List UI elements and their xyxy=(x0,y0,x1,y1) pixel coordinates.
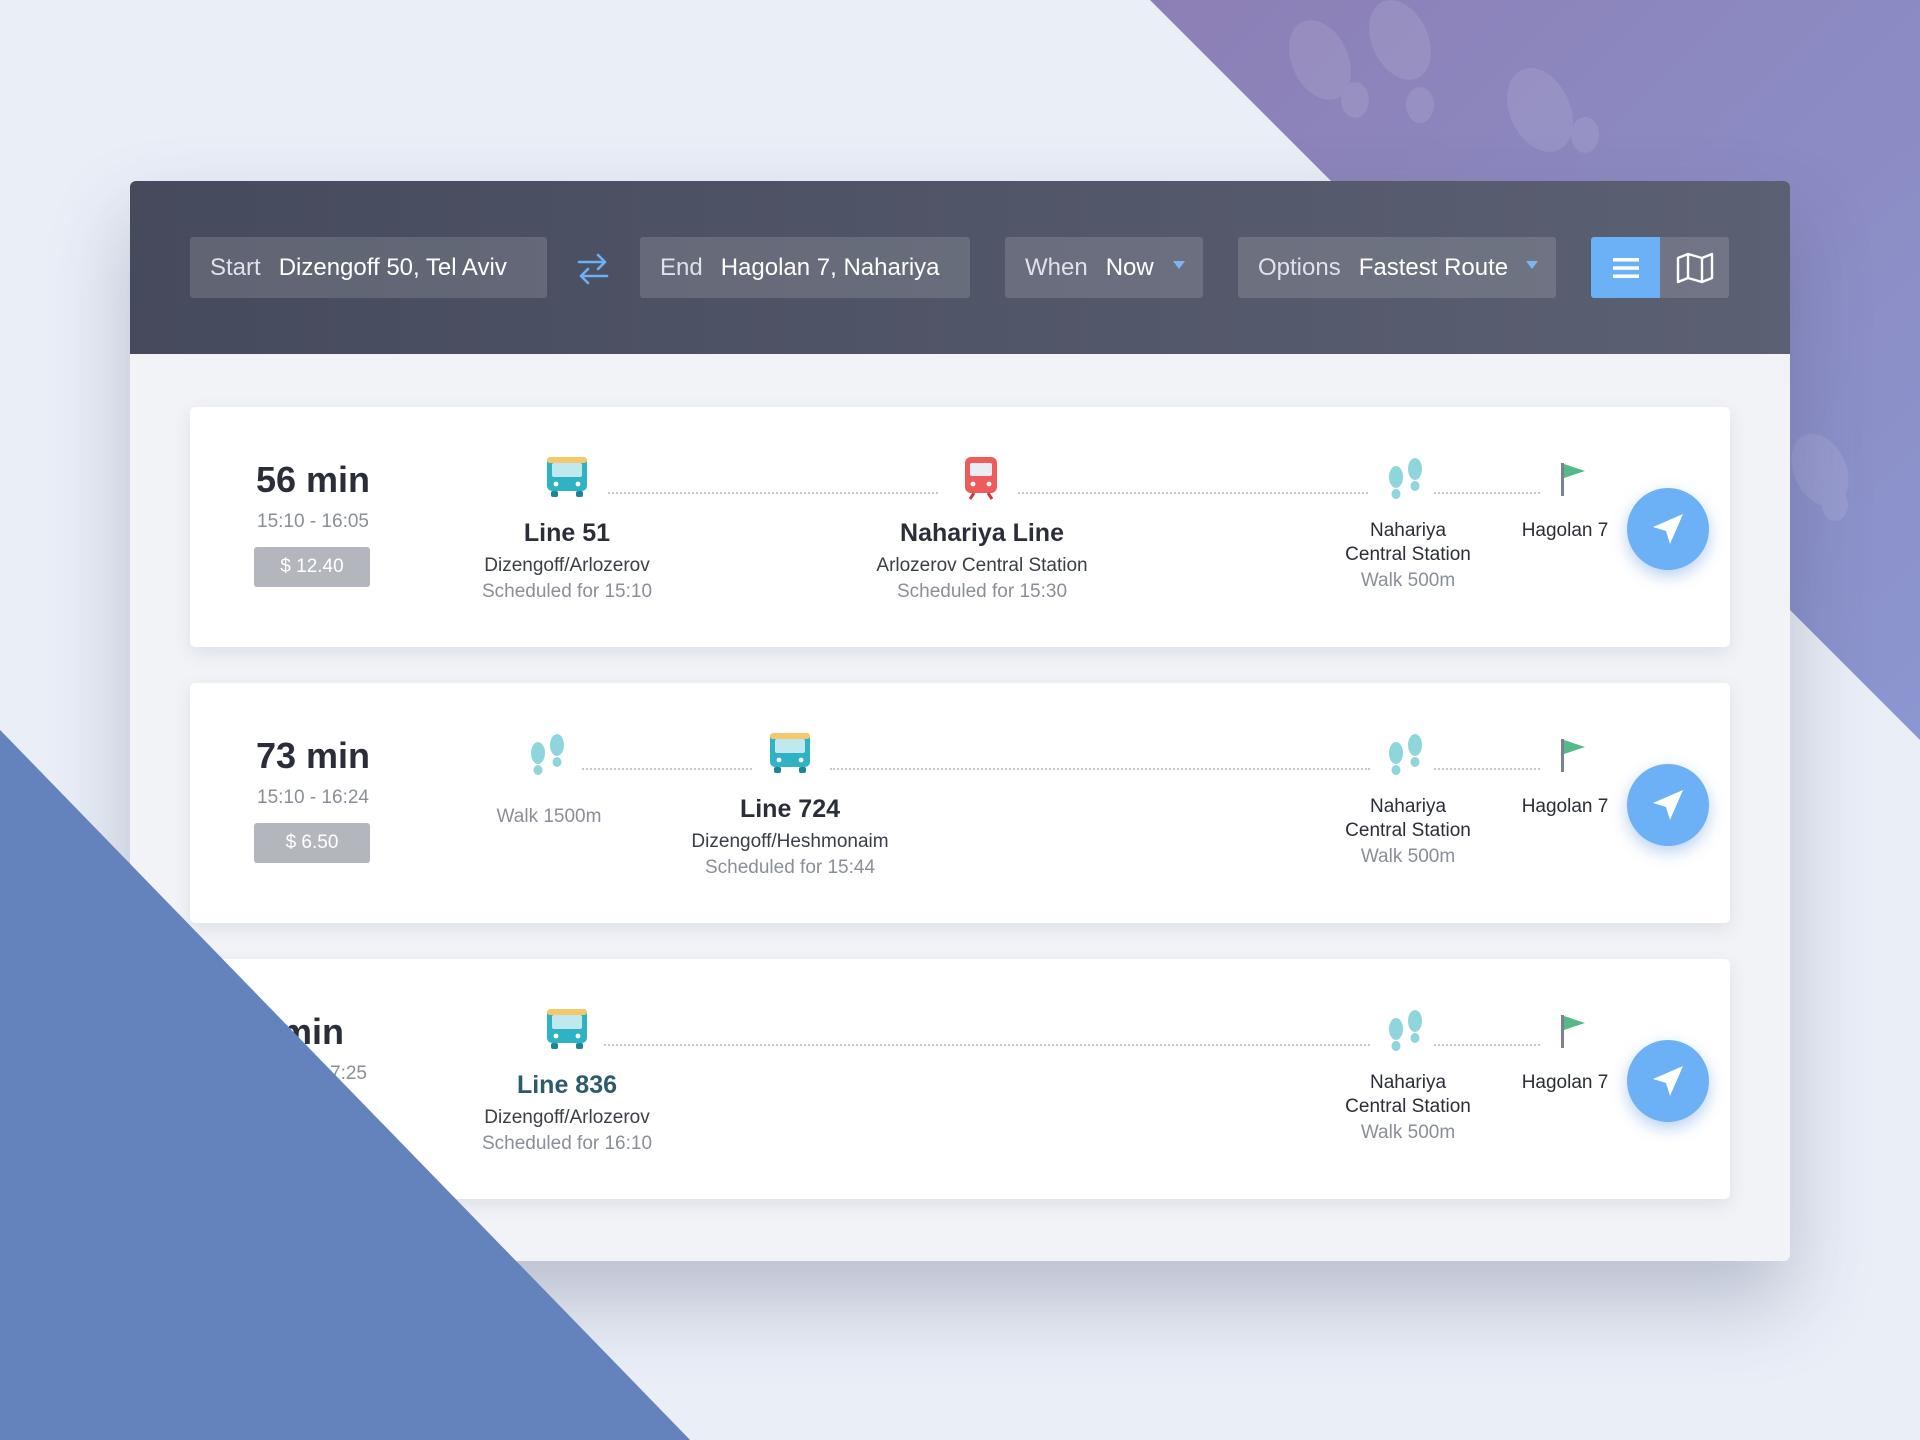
start-value: Dizengoff 50, Tel Aviv xyxy=(278,253,507,281)
route-leg: Nahariya Central Station Walk 500m xyxy=(1345,519,1471,592)
when-value: Now xyxy=(1105,253,1154,281)
route-duration: 73 min xyxy=(255,735,371,776)
route-timespan: 15:10 - 16:05 xyxy=(257,511,369,532)
bus-icon xyxy=(544,1007,590,1056)
bus-icon xyxy=(544,455,590,504)
options-label: Options xyxy=(1258,253,1341,281)
navigate-button[interactable] xyxy=(1627,1040,1709,1122)
when-select[interactable]: When Now xyxy=(1005,237,1203,298)
leg-title: Line 51 xyxy=(523,519,611,547)
leg-schedule: Scheduled for 15:30 xyxy=(896,581,1068,602)
leg-title: Line 724 xyxy=(739,795,841,823)
leg-stop: Dizengoff/Arlozerov xyxy=(484,1107,650,1128)
route-leg: Hagolan 7 xyxy=(1522,519,1609,543)
leg-walk: Walk 500m xyxy=(1360,570,1456,591)
leg-walk: Walk 500m xyxy=(1360,846,1456,867)
leg-stop-name: Nahariya xyxy=(1369,520,1447,541)
leg-title: Line 836 xyxy=(516,1071,618,1099)
leg-title: Nahariya Line xyxy=(900,519,1064,547)
start-label: Start xyxy=(210,253,261,281)
route-leg: Line 724 Dizengoff/Heshmonaim Scheduled … xyxy=(691,795,888,879)
route-dotted-line xyxy=(604,1044,1370,1046)
route-card[interactable]: 5 min 7:25 Line 836 Dizengoff/Arlozerov … xyxy=(190,959,1730,1199)
route-price: $ 12.40 xyxy=(254,547,370,587)
leg-schedule: Scheduled for 15:10 xyxy=(481,581,653,602)
destination-name: Hagolan 7 xyxy=(1521,520,1609,541)
destination-name: Hagolan 7 xyxy=(1521,1072,1609,1093)
footsteps-icon xyxy=(1386,733,1426,782)
route-leg: Line 836 Dizengoff/Arlozerov Scheduled f… xyxy=(482,1071,652,1155)
route-card[interactable]: 56 min 15:10 - 16:05 $ 12.40 Line 51 Diz… xyxy=(190,407,1730,647)
leg-walk: Walk 1500m xyxy=(496,806,602,827)
route-planner-panel: Start Dizengoff 50, Tel Aviv End Hagolan… xyxy=(130,181,1790,1261)
view-toggle xyxy=(1591,237,1729,298)
route-dotted-line xyxy=(830,768,1370,770)
footsteps-icon xyxy=(1386,1009,1426,1058)
route-dotted-line xyxy=(608,492,938,494)
route-leg: Nahariya Central Station Walk 500m xyxy=(1345,795,1471,868)
route-dotted-line xyxy=(1018,492,1368,494)
navigation-arrow-icon xyxy=(1653,1066,1683,1096)
options-select[interactable]: Options Fastest Route xyxy=(1238,237,1556,298)
route-dotted-line xyxy=(1434,768,1540,770)
flag-icon xyxy=(1558,461,1588,502)
leg-stop: Dizengoff/Arlozerov xyxy=(484,555,650,576)
when-label: When xyxy=(1025,253,1088,281)
bus-icon xyxy=(767,731,813,780)
chevron-down-icon xyxy=(1173,261,1185,269)
swap-arrows-icon[interactable] xyxy=(573,251,613,287)
leg-stop: Arlozerov Central Station xyxy=(876,555,1088,576)
leg-stop-name: Central Station xyxy=(1345,544,1471,565)
route-price: $ 6.50 xyxy=(254,823,370,863)
leg-stop-name: Central Station xyxy=(1345,1096,1471,1117)
navigation-arrow-icon xyxy=(1653,790,1683,820)
list-icon xyxy=(1612,257,1639,278)
footsteps-icon xyxy=(1386,457,1426,506)
leg-schedule: Scheduled for 16:10 xyxy=(481,1133,653,1154)
route-duration: 56 min xyxy=(255,459,371,500)
navigate-button[interactable] xyxy=(1627,764,1709,846)
route-dotted-line xyxy=(1434,492,1540,494)
route-timespan: 15:10 - 16:24 xyxy=(257,787,369,808)
route-leg: Line 51 Dizengoff/Arlozerov Scheduled fo… xyxy=(482,519,652,603)
end-value: Hagolan 7, Nahariya xyxy=(720,253,940,281)
route-dotted-line xyxy=(1434,1044,1540,1046)
leg-schedule: Scheduled for 15:44 xyxy=(704,857,876,878)
route-leg: Hagolan 7 xyxy=(1522,795,1609,819)
search-toolbar: Start Dizengoff 50, Tel Aviv End Hagolan… xyxy=(130,181,1790,354)
leg-stop-name: Central Station xyxy=(1345,820,1471,841)
leg-stop-name: Nahariya xyxy=(1369,796,1447,817)
chevron-down-icon xyxy=(1526,261,1538,269)
navigation-arrow-icon xyxy=(1653,514,1683,544)
route-timespan: 7:25 xyxy=(330,1063,367,1084)
navigate-button[interactable] xyxy=(1627,488,1709,570)
end-label: End xyxy=(660,253,703,281)
route-leg: Hagolan 7 xyxy=(1522,1071,1609,1095)
leg-walk: Walk 500m xyxy=(1360,1122,1456,1143)
flag-icon xyxy=(1558,737,1588,778)
end-field[interactable]: End Hagolan 7, Nahariya xyxy=(640,237,970,298)
footsteps-icon xyxy=(528,733,568,782)
leg-stop: Dizengoff/Heshmonaim xyxy=(691,831,889,852)
leg-stop-name: Nahariya xyxy=(1369,1072,1447,1093)
route-leg: Walk 1500m xyxy=(497,803,602,828)
destination-name: Hagolan 7 xyxy=(1521,796,1609,817)
start-field[interactable]: Start Dizengoff 50, Tel Aviv xyxy=(190,237,547,298)
options-value: Fastest Route xyxy=(1358,253,1509,281)
route-duration: 5 min xyxy=(250,1011,345,1052)
route-card[interactable]: 73 min 15:10 - 16:24 $ 6.50 Walk 1500m L… xyxy=(190,683,1730,923)
route-dotted-line xyxy=(582,768,752,770)
route-leg: Nahariya Central Station Walk 500m xyxy=(1345,1071,1471,1144)
map-icon xyxy=(1676,252,1713,283)
route-leg: Nahariya Line Arlozerov Central Station … xyxy=(876,519,1087,603)
flag-icon xyxy=(1558,1013,1588,1054)
map-view-button[interactable] xyxy=(1660,237,1729,298)
train-icon xyxy=(963,455,999,506)
list-view-button[interactable] xyxy=(1591,237,1660,298)
